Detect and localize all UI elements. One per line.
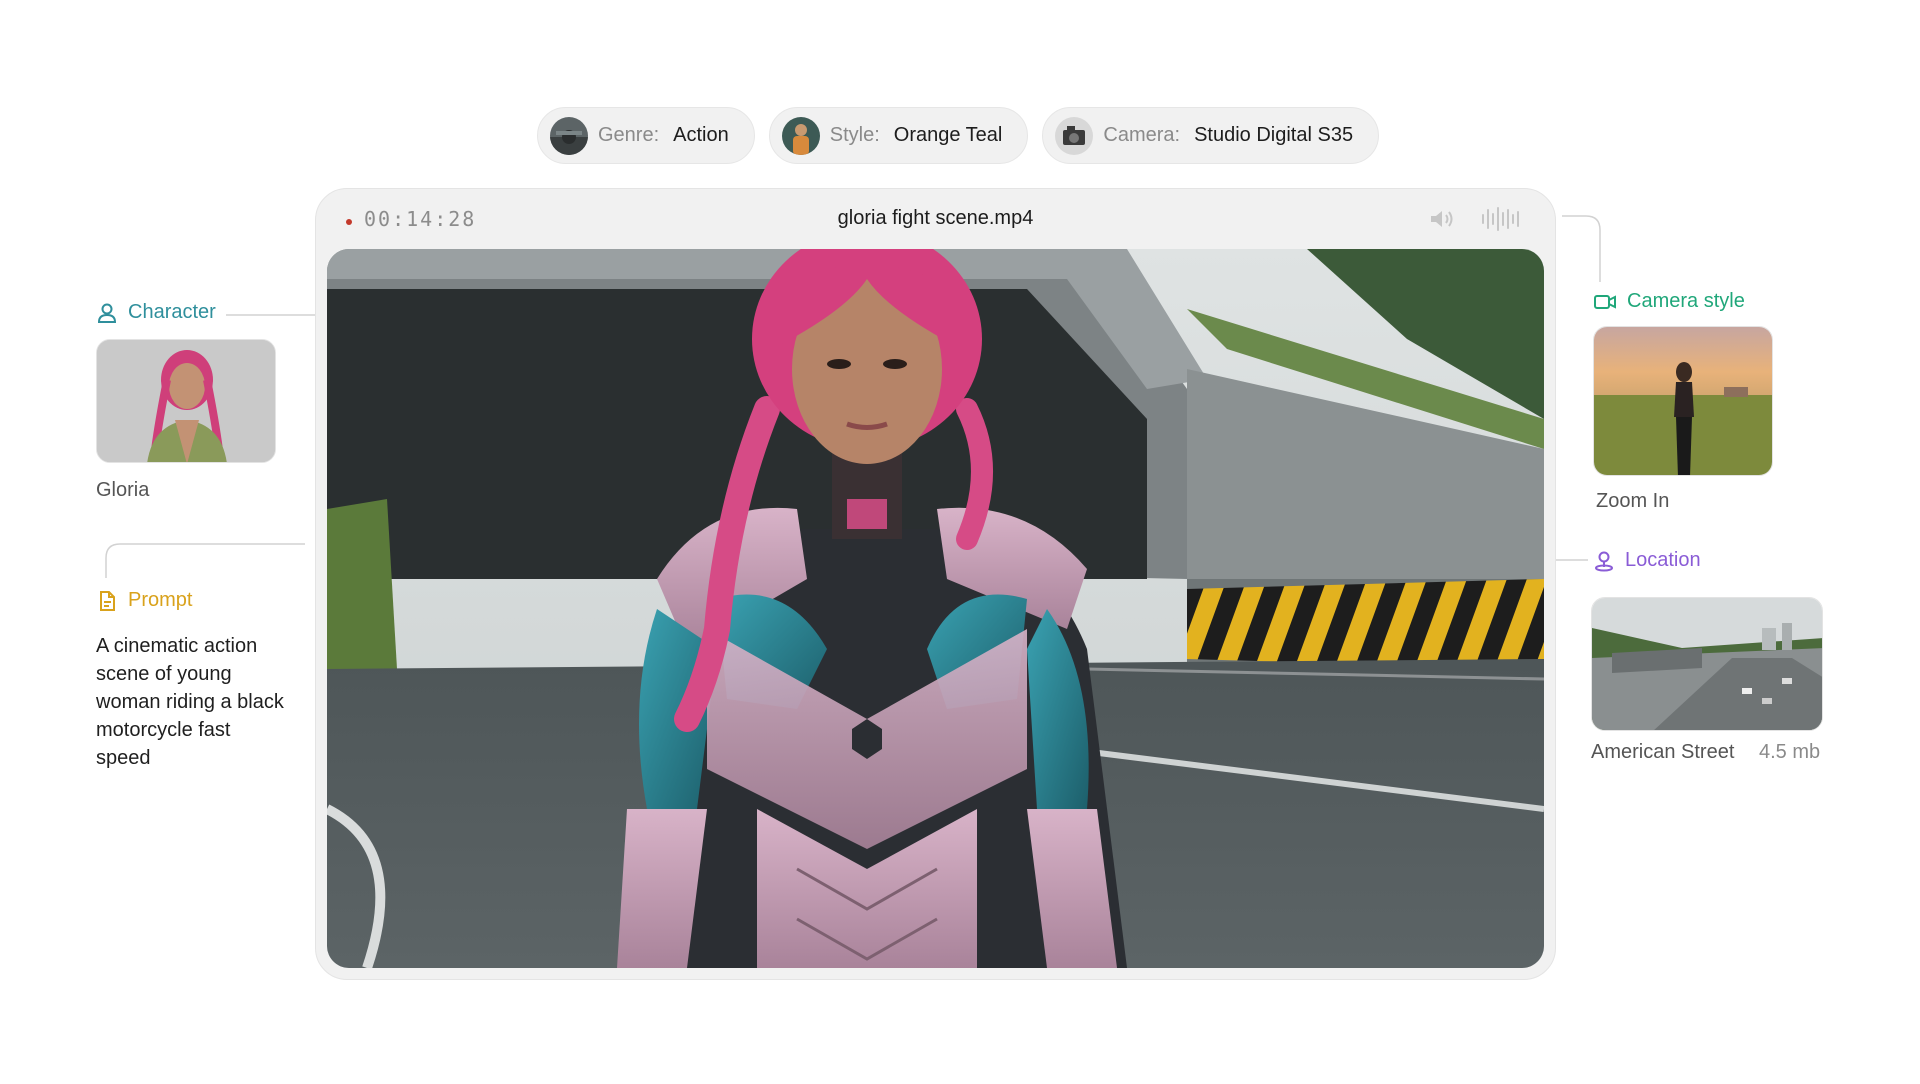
style-value: Orange Teal (893, 124, 1003, 146)
genre-key: Genre: (598, 124, 660, 146)
video-still (327, 249, 1544, 968)
character-name: Gloria (96, 479, 150, 501)
genre-chip[interactable]: Genre: Action (537, 107, 755, 164)
location-label-text: Location (1625, 549, 1701, 571)
file-name: gloria fight scene.mp4 (837, 207, 1034, 229)
camera-value: Studio Digital S35 (1194, 124, 1354, 146)
style-thumbnail (781, 116, 820, 155)
location-file-size: 4.5 mb (1759, 741, 1821, 763)
prompt-label-text: Prompt (128, 589, 193, 611)
waveform-icon[interactable] (1481, 205, 1521, 233)
camera-style-label-text: Camera style (1627, 290, 1745, 312)
genre-value: Action (673, 124, 729, 146)
attribute-chips: Genre: Action Style: Orange Teal Camera:… (537, 107, 1380, 164)
location-label: Location (1593, 549, 1701, 572)
prompt-text: A cinematic action scene of young woman … (96, 635, 284, 769)
user-icon (97, 303, 117, 323)
video-frame[interactable] (327, 249, 1544, 968)
document-icon (100, 590, 115, 611)
location-name: American Street (1591, 741, 1735, 763)
style-key: Style: (829, 124, 880, 146)
prompt-label: Prompt (96, 589, 192, 612)
character-label-text: Character (128, 301, 216, 323)
genre-thumbnail (550, 116, 588, 155)
player-header: 00:14:28 gloria fight scene.mp4 (316, 189, 1555, 249)
video-camera-icon (1594, 294, 1616, 309)
camera-key: Camera: (1103, 124, 1181, 146)
volume-icon[interactable] (1428, 207, 1456, 231)
character-label: Character (96, 301, 216, 324)
style-chip[interactable]: Style: Orange Teal (768, 107, 1029, 164)
camera-style-value: Zoom In (1596, 490, 1670, 512)
camera-thumbnail (1055, 116, 1094, 155)
camera-chip[interactable]: Camera: Studio Digital S35 (1042, 107, 1380, 164)
map-pin-icon (1595, 551, 1613, 571)
canvas: Genre: Action Style: Orange Teal Camera:… (0, 0, 1920, 1084)
character-thumbnail[interactable] (96, 339, 276, 463)
location-thumbnail[interactable] (1591, 597, 1823, 731)
video-player: 00:14:28 gloria fight scene.mp4 (315, 188, 1556, 980)
camera-style-label: Camera style (1593, 290, 1745, 313)
camera-style-thumbnail[interactable] (1593, 326, 1773, 476)
